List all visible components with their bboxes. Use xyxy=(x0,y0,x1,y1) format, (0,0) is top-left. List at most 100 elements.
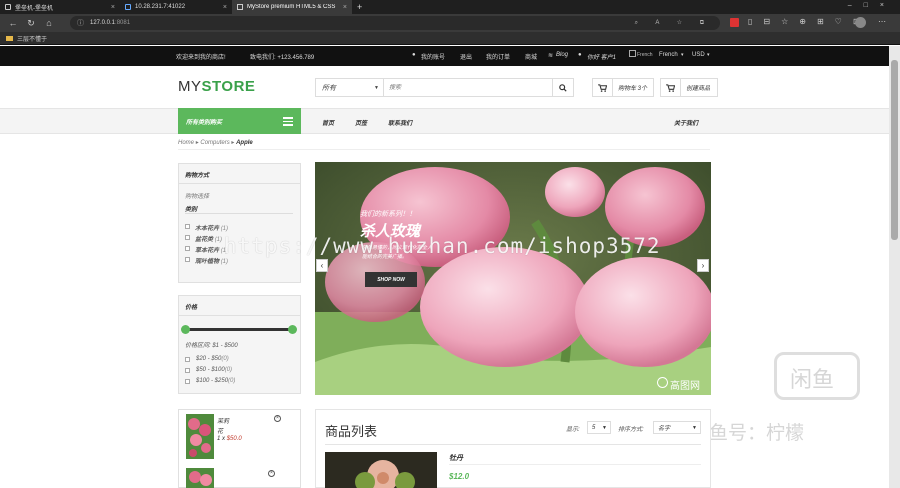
product-thumbnail[interactable] xyxy=(186,414,214,459)
list-item[interactable]: $20 - $50(0) xyxy=(196,356,229,362)
product-image[interactable] xyxy=(325,452,437,488)
page-size-value: 5 xyxy=(592,424,596,431)
price-checkbox[interactable] xyxy=(185,368,190,373)
home-icon[interactable]: ⌂ xyxy=(42,16,56,30)
price-range: $20 - $50 xyxy=(196,356,222,362)
menu-item-about[interactable]: 关于我们 xyxy=(674,118,698,127)
folder-icon xyxy=(6,35,13,41)
bookmarks-bar: 三层不懂于 xyxy=(0,32,900,45)
brand-watermark-icon xyxy=(657,377,668,388)
close-icon[interactable]: × xyxy=(223,4,227,11)
browser-tab-active[interactable]: MyStore premium HTML5 & CSS × xyxy=(232,0,352,14)
menu-item-home[interactable]: 首页 xyxy=(322,118,334,127)
search-button[interactable] xyxy=(552,79,573,96)
slider-prev-button[interactable]: ‹ xyxy=(316,259,328,272)
list-item[interactable]: $50 - $100(0) xyxy=(196,367,232,373)
browser-tab[interactable]: 堡垒机-堡垒机 × xyxy=(0,0,120,14)
menu-item-contact[interactable]: 联系我们 xyxy=(388,118,412,127)
currency-selector[interactable]: USD xyxy=(692,52,705,58)
address-actions-icons[interactable]: ⌕ A ☆ ⧉ xyxy=(635,19,712,27)
url-port: :8081 xyxy=(115,20,131,26)
price-range: $50 - $100 xyxy=(196,367,225,373)
category-checkbox[interactable] xyxy=(185,224,190,229)
search-category-select[interactable]: 所有 ▼ xyxy=(316,79,384,96)
cart-item-price: $50.0 xyxy=(226,436,242,442)
cart-label: 购物车 3个 xyxy=(618,86,648,92)
slider-tagline: 我们的新系列！！ xyxy=(360,211,416,218)
avatar[interactable] xyxy=(855,17,866,28)
create-product-label: 创建商品 xyxy=(686,86,711,92)
back-arrow-icon[interactable]: ← xyxy=(6,16,20,30)
reload-icon[interactable]: ↻ xyxy=(24,16,38,30)
browser-tab[interactable]: 10.28.231.7:41022 × xyxy=(120,0,232,14)
menu-item-tabs[interactable]: 页签 xyxy=(355,118,367,127)
price-checkbox[interactable] xyxy=(185,357,190,362)
show-label: 显示: xyxy=(566,427,580,433)
close-icon[interactable]: × xyxy=(111,4,115,11)
shop-now-button[interactable]: SHOP NOW xyxy=(365,272,417,287)
chevron-down-icon: ▼ xyxy=(692,424,697,431)
store-logo[interactable]: MYSTORE xyxy=(178,78,255,95)
close-icon[interactable]: × xyxy=(343,4,347,11)
tab-title: 10.28.231.7:41022 xyxy=(135,4,186,10)
slider-next-button[interactable]: › xyxy=(697,259,709,272)
chevron-down-icon: ▼ xyxy=(374,84,379,91)
fish-logo-text: 闲鱼 xyxy=(790,367,835,392)
phone-text: 致电我们: +123.456.789 xyxy=(250,55,315,61)
logo-text-a: MY xyxy=(178,78,202,95)
info-icon[interactable]: ⓘ xyxy=(77,18,84,28)
category-name: 木本花卉 xyxy=(195,226,220,232)
cart-button[interactable]: 购物车 3个 xyxy=(592,78,654,97)
category-checkbox[interactable] xyxy=(185,235,190,240)
category-count: (1) xyxy=(214,237,223,243)
create-product-button[interactable]: 创建商品 xyxy=(660,78,718,97)
price-slider-track[interactable] xyxy=(186,328,293,331)
list-item[interactable]: $100 - $250(0) xyxy=(196,378,235,384)
price-slider-handle-min[interactable] xyxy=(181,325,190,334)
breadcrumb-level1[interactable]: Computers xyxy=(200,140,229,146)
search-input[interactable] xyxy=(384,79,552,96)
sort-select[interactable]: 名字 ▼ xyxy=(653,421,701,434)
more-icon[interactable]: ⋯ xyxy=(878,17,886,26)
product-price: $12.0 xyxy=(449,472,470,481)
list-item[interactable]: 木本花卉 (1) xyxy=(195,223,228,232)
remove-item-icon[interactable]: × xyxy=(274,415,281,422)
price-slider-handle-max[interactable] xyxy=(288,325,297,334)
blog-link[interactable]: Blog xyxy=(556,52,568,58)
toolbar-icons[interactable]: ▯⊟☆⊕⊞♡⊡ xyxy=(748,17,871,26)
url-field[interactable]: ⓘ 127.0.0.1:8081 ⌕ A ☆ ⧉ xyxy=(70,16,720,30)
my-account-link[interactable]: 我的账号 xyxy=(421,52,445,61)
mall-link[interactable]: 商城 xyxy=(525,52,537,61)
address-bar-row: ← ↻ ⌂ ⓘ 127.0.0.1:8081 ⌕ A ☆ ⧉ ▯⊟☆⊕⊞♡⊡ ⋯ xyxy=(0,14,900,32)
breadcrumb-home[interactable]: Home xyxy=(178,140,194,146)
hamburger-icon xyxy=(283,117,293,128)
language-selector[interactable]: French xyxy=(659,52,678,58)
my-orders-link[interactable]: 我的订单 xyxy=(486,52,510,61)
greeting-link[interactable]: 你好 客户1 xyxy=(587,52,616,61)
category-checkbox[interactable] xyxy=(185,257,190,262)
tab-icon xyxy=(5,4,11,10)
new-tab-button[interactable]: + xyxy=(352,0,367,14)
divider xyxy=(178,149,710,150)
logout-link[interactable]: 退出 xyxy=(460,52,472,61)
search-icon xyxy=(559,83,567,92)
window-controls[interactable]: –□× xyxy=(848,2,896,9)
bookmark-item[interactable]: 三层不懂于 xyxy=(17,34,47,43)
page-size-select[interactable]: 5 ▼ xyxy=(587,421,611,434)
cart-item-name[interactable]: 茉莉 xyxy=(217,416,229,425)
category-checkbox[interactable] xyxy=(185,246,190,251)
category-label: 类别 xyxy=(185,207,198,213)
remove-item-icon[interactable]: × xyxy=(268,470,275,477)
product-name[interactable]: 牡丹 xyxy=(449,453,463,463)
category-name: 盆花类 xyxy=(195,237,214,243)
all-categories-button[interactable]: 所有类别购买 xyxy=(178,108,301,134)
list-item[interactable]: 盆花类 (1) xyxy=(195,234,222,243)
scrollbar-thumb[interactable] xyxy=(891,60,898,240)
extension-icon[interactable] xyxy=(730,18,739,27)
product-thumbnail[interactable] xyxy=(186,468,214,488)
page-scrollbar[interactable] xyxy=(889,46,900,488)
tab-icon xyxy=(125,4,131,10)
user-icon: ● xyxy=(412,52,416,58)
price-checkbox[interactable] xyxy=(185,379,190,384)
main-menu-bar xyxy=(0,108,889,134)
